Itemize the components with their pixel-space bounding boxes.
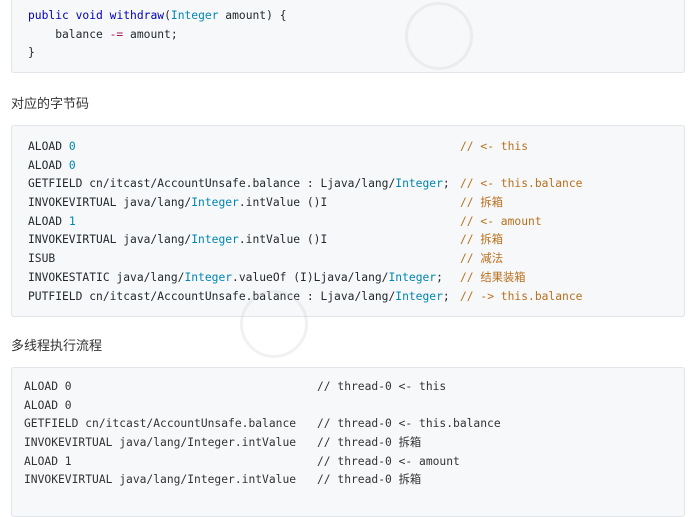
code-line: GETFIELD cn/itcast/AccountUnsafe.balance… [24,415,684,434]
code-text: ALOAD 1 [24,454,72,468]
code-line: INVOKEVIRTUAL java/lang/Integer.intValue… [28,231,684,250]
code-token: .valueOf (I)Ljava/lang/ [232,270,389,284]
code-line: ALOAD 1 // thread-0 <- amount [24,453,684,472]
code-token: INVOKEVIRTUAL java/lang/ [28,233,192,247]
code-token: -= [109,27,124,41]
code-comment: // 结果装箱 [460,270,526,284]
code-line: } [28,44,684,63]
heading-multithread-flow: 多线程执行流程 [11,339,103,354]
code-line: ALOAD 0 // thread-0 <- this [24,378,684,397]
code-token: Integer [395,177,443,191]
code-token: withdraw [109,9,165,22]
code-text: INVOKEVIRTUAL java/lang/Integer.intValue [24,473,297,487]
code-token: Integer [388,270,437,284]
code-line: ALOAD 0 // <- this [28,138,684,157]
code-line: INVOKEVIRTUAL java/lang/Integer.intValue… [24,434,684,453]
code-token: balance [28,27,110,41]
code-comment: // <- this.balance [460,177,583,191]
code-token: GETFIELD cn/itcast/AccountUnsafe.balance… [28,177,396,191]
code-comment: // thread-0 拆箱 [317,473,422,487]
code-token: ALOAD [28,214,69,228]
code-token: .intValue ()I [238,196,328,210]
code-token: INVOKESTATIC java/lang/ [28,270,185,284]
code-token: ALOAD [28,158,69,172]
code-comment: // thread-0 拆箱 [317,436,422,450]
code-line: balance -= amount; [28,26,684,45]
code-comment: // thread-0 <- this.balance [317,417,501,431]
code-line: ISUB // 减法 [28,250,684,269]
code-token: ; [442,289,450,303]
code-token: ; [436,270,443,284]
code-comment: // <- this [460,140,529,153]
code-token: ( [164,9,171,22]
code-block-thread-flow: ALOAD 0 // thread-0 <- this ALOAD 0 GETFIEL… [11,367,685,517]
code-token: PUTFIELD cn/itcast/AccountUnsafe.balance… [28,289,396,303]
code-text: ALOAD 0 [24,380,72,393]
code-text: GETFIELD cn/itcast/AccountUnsafe.balance [24,417,297,431]
code-token: Integer [184,270,233,284]
code-line: public void withdraw(Integer amount) { [28,7,684,26]
code-line: ALOAD 0 [28,157,684,176]
code-token: Integer [191,196,239,210]
code-token: amount; [123,27,178,41]
code-token: ; [442,177,450,191]
code-token: 1 [68,214,76,228]
code-line: ALOAD 1 // <- amount [28,213,684,232]
code-token: ISUB [28,252,56,266]
code-comment: // 拆箱 [460,233,503,247]
code-block-bytecode: ALOAD 0// <- this ALOAD 0 GETFIELD cn/itca… [11,125,685,317]
code-token: public [28,9,69,22]
code-token: Integer [191,233,239,247]
code-line: INVOKEVIRTUAL java/lang/Integer.intValue… [28,194,684,213]
code-token: ALOAD [28,140,69,153]
code-token: amount) { [218,9,287,22]
code-line: PUTFIELD cn/itcast/AccountUnsafe.balance… [28,288,684,307]
code-text: INVOKEVIRTUAL java/lang/Integer.intValue [24,436,297,450]
code-line: INVOKESTATIC java/lang/Integer.valueOf (… [28,269,684,288]
code-token: 0 [68,158,76,172]
code-comment: // thread-0 <- amount [317,454,460,468]
code-token: 0 [68,140,76,153]
code-comment: // thread-0 <- this [317,380,447,393]
code-text: ALOAD 0 [24,398,72,412]
code-token: INVOKEVIRTUAL java/lang/ [28,196,192,210]
code-line: INVOKEVIRTUAL java/lang/Integer.intValue… [24,471,684,490]
code-token: Integer [170,9,219,22]
code-token: .intValue ()I [238,233,328,247]
heading-bytecode: 对应的字节码 [11,97,90,112]
code-comment: // 减法 [460,252,503,266]
code-token: void [75,9,103,22]
code-comment: // <- amount [460,214,542,228]
code-token: } [28,46,35,60]
code-token: Integer [395,289,443,303]
code-line: ALOAD 0 [24,397,684,416]
code-line: GETFIELD cn/itcast/AccountUnsafe.balance… [28,175,684,194]
code-comment: // 拆箱 [460,196,503,210]
code-block-java: public void withdraw(Integer amount) { b… [11,0,685,73]
code-comment: // -> this.balance [460,289,583,303]
